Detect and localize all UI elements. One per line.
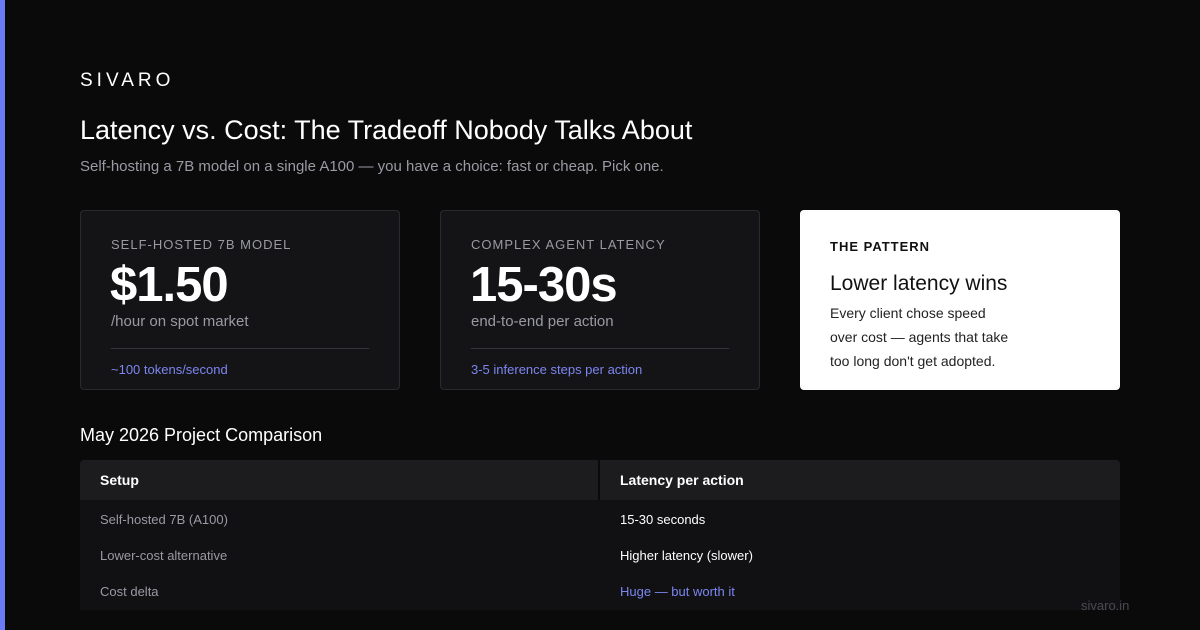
pattern-kicker: THE PATTERN: [830, 239, 931, 254]
pattern-headline: Lower latency wins: [830, 272, 1008, 295]
stat-card-kicker: COMPLEX AGENT LATENCY: [471, 237, 666, 252]
comparison-table: Setup Latency per action Self-hosted 7B …: [80, 460, 1120, 610]
table-cell-latency: Higher latency (slower): [620, 548, 753, 563]
stat-card-value: 15-30s: [470, 258, 618, 312]
pattern-body: Every client chose speed over cost — age…: [830, 305, 1009, 369]
stat-card-divider: [471, 348, 729, 349]
table-cell-latency: 15-30 seconds: [620, 512, 706, 527]
stat-card-unit: end-to-end per action: [471, 313, 614, 330]
table-row: Lower-cost alternative Higher latency (s…: [80, 538, 1120, 574]
brand-logo: SIVARO: [80, 70, 175, 91]
stat-card-note: 3-5 inference steps per action: [471, 362, 643, 377]
comparison-title: May 2026 Project Comparison: [80, 425, 323, 445]
site-url: sivaro.in: [1081, 598, 1130, 613]
page-subtitle: Self-hosting a 7B model on a single A100…: [80, 158, 664, 175]
table-cell-setup: Self-hosted 7B (A100): [100, 512, 228, 527]
table-header-setup: Setup: [80, 460, 598, 500]
table-cell-latency: Huge — but worth it: [620, 584, 735, 599]
pattern-card: THE PATTERN Lower latency wins Every cli…: [800, 210, 1120, 390]
stat-card-divider: [111, 348, 369, 349]
stat-card-kicker: SELF-HOSTED 7B MODEL: [111, 237, 292, 252]
accent-bar: [0, 0, 5, 630]
table-header-latency: Latency per action: [600, 460, 1120, 500]
table-cell-setup: Lower-cost alternative: [100, 548, 228, 563]
stat-card-cost: SELF-HOSTED 7B MODEL $1.50 /hour on spot…: [80, 210, 400, 390]
stat-card-value: $1.50: [110, 258, 229, 312]
table-row: Self-hosted 7B (A100) 15-30 seconds: [80, 500, 1120, 538]
table-cell-setup: Cost delta: [100, 584, 159, 599]
table-header-row: Setup Latency per action: [80, 460, 1120, 500]
stat-card-note: ~100 tokens/second: [111, 362, 228, 377]
stat-card-latency: COMPLEX AGENT LATENCY 15-30s end-to-end …: [440, 210, 760, 390]
table-row: Cost delta Huge — but worth it: [80, 574, 1120, 610]
page-title: Latency vs. Cost: The Tradeoff Nobody Ta…: [80, 115, 693, 145]
stat-card-unit: /hour on spot market: [111, 313, 249, 330]
